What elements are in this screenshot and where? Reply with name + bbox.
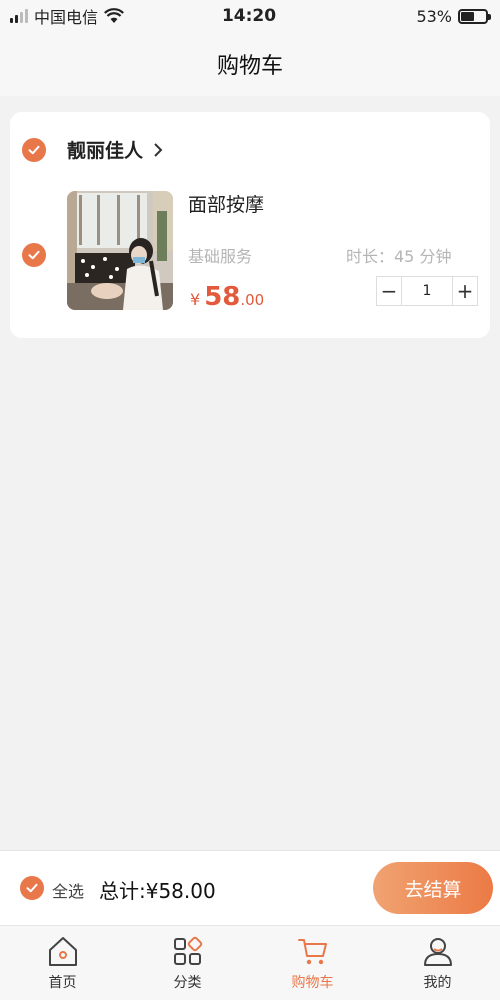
- status-left: 中国电信: [10, 4, 180, 28]
- decrease-button[interactable]: −: [376, 276, 402, 306]
- shop-link[interactable]: 靓丽佳人: [67, 136, 163, 163]
- tab-home[interactable]: 首页: [0, 926, 125, 1000]
- battery-fill: [461, 11, 474, 21]
- select-all-checkbox[interactable]: [20, 876, 44, 900]
- item-image[interactable]: [67, 191, 173, 310]
- quantity-input[interactable]: 1: [402, 276, 452, 306]
- tab-label: 分类: [173, 975, 202, 991]
- battery-icon: [458, 8, 491, 24]
- status-bar: 中国电信 14:20 53%: [0, 0, 500, 32]
- battery-percent: 53%: [416, 6, 452, 26]
- nav-bar: 购物车: [0, 32, 500, 96]
- tab-category[interactable]: 分类: [125, 926, 250, 1000]
- item-name[interactable]: 面部按摩: [188, 190, 264, 217]
- price-decimal: .00: [240, 291, 265, 309]
- home-icon: [48, 937, 77, 966]
- shop-checkbox[interactable]: [22, 138, 46, 162]
- tab-profile[interactable]: 我的: [375, 926, 500, 1000]
- chevron-right-icon: [154, 142, 163, 157]
- checkout-button[interactable]: 去结算: [373, 862, 493, 914]
- tab-label: 我的: [423, 975, 452, 991]
- total-amount: 总计:¥58.00: [99, 879, 216, 903]
- currency-symbol: ¥: [190, 290, 201, 309]
- checkmark-icon: [28, 145, 40, 155]
- checkmark-icon: [26, 883, 38, 893]
- price-integer: 58: [204, 282, 241, 312]
- item-price: ¥ 58 .00: [190, 282, 264, 312]
- tab-label: 首页: [48, 975, 77, 991]
- checkout-bar: 全选 总计:¥58.00 去结算: [0, 850, 500, 926]
- tab-label: 购物车: [291, 975, 334, 991]
- cart-icon: [297, 939, 327, 965]
- signal-icon: [10, 9, 28, 23]
- select-all-label[interactable]: 全选: [52, 878, 84, 902]
- tab-bar: 首页 分类 购物车 我的: [0, 926, 500, 1000]
- category-icon: [173, 936, 202, 965]
- wifi-icon: [104, 8, 124, 23]
- tab-cart[interactable]: 购物车: [250, 926, 375, 1000]
- checkmark-icon: [28, 250, 40, 260]
- status-time: 14:20: [221, 6, 277, 26]
- shop-name: 靓丽佳人: [67, 140, 144, 162]
- quantity-stepper: − 1 +: [376, 276, 478, 306]
- profile-icon: [423, 938, 452, 966]
- increase-button[interactable]: +: [452, 276, 478, 306]
- carrier-label: 中国电信: [34, 8, 99, 27]
- item-checkbox[interactable]: [22, 243, 46, 267]
- item-duration: 时长：45 分钟: [346, 247, 452, 266]
- status-right: 53%: [318, 6, 491, 26]
- item-type: 基础服务: [188, 247, 253, 266]
- cart-shop-card: 靓丽佳人 面部按摩 基础服务 时长：45 分钟 ¥ 58 .00 − 1 +: [10, 112, 490, 338]
- page-title: 购物车: [216, 54, 283, 79]
